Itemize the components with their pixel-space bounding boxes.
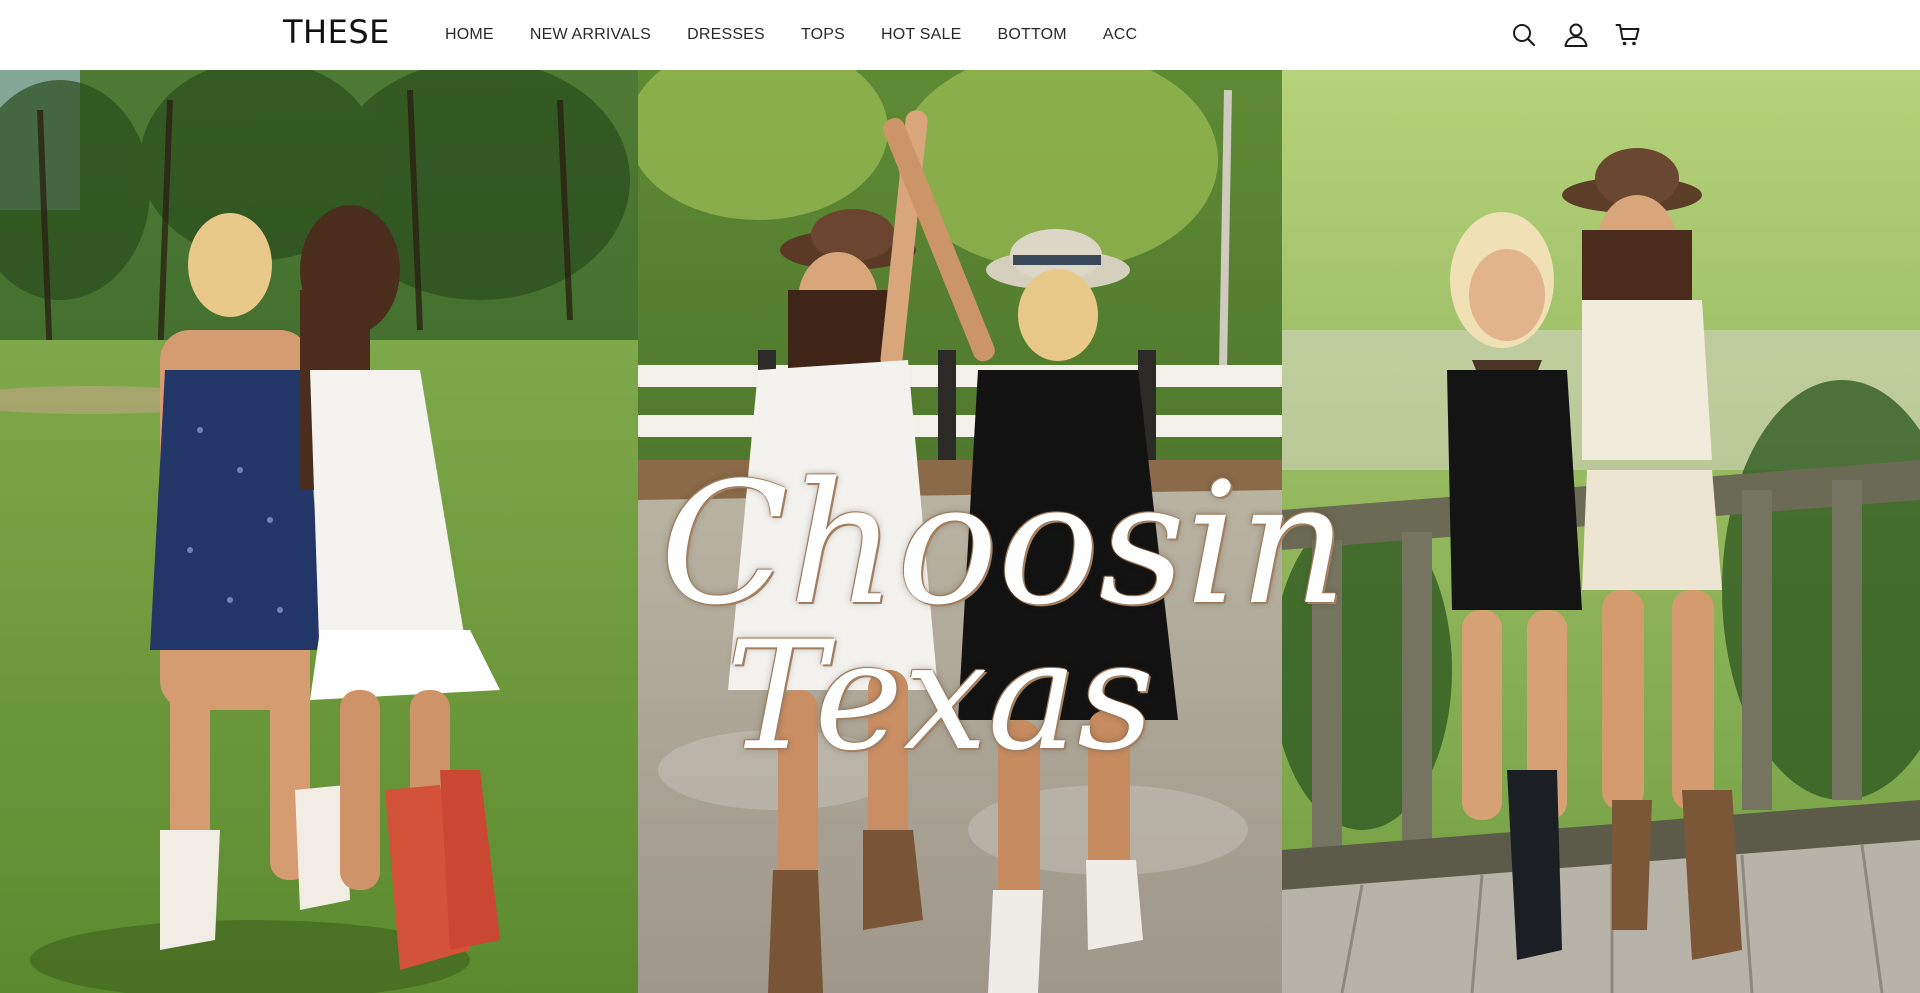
hero-banner[interactable]: Choosin Texas <box>0 70 1920 993</box>
nav-new-arrivals[interactable]: NEW ARRIVALS <box>530 26 651 44</box>
cart-icon[interactable] <box>1614 21 1642 49</box>
account-icon[interactable] <box>1562 21 1590 49</box>
hero-photo-road <box>638 70 1282 993</box>
hero-photo-field <box>0 70 638 993</box>
nav-tops[interactable]: TOPS <box>801 26 845 44</box>
nav-home[interactable]: HOME <box>445 26 494 44</box>
logo[interactable]: THESE <box>283 12 390 52</box>
search-icon[interactable] <box>1510 21 1538 49</box>
main-nav: HOME NEW ARRIVALS DRESSES TOPS HOT SALE … <box>445 0 1137 70</box>
nav-dresses[interactable]: DRESSES <box>687 26 765 44</box>
header-actions <box>1510 19 1642 51</box>
hero-photo-porch <box>1282 70 1920 993</box>
site-header: THESE HOME NEW ARRIVALS DRESSES TOPS HOT… <box>0 0 1920 70</box>
nav-acc[interactable]: ACC <box>1103 26 1137 44</box>
nav-hot-sale[interactable]: HOT SALE <box>881 26 961 44</box>
nav-bottom[interactable]: BOTTOM <box>997 26 1066 44</box>
